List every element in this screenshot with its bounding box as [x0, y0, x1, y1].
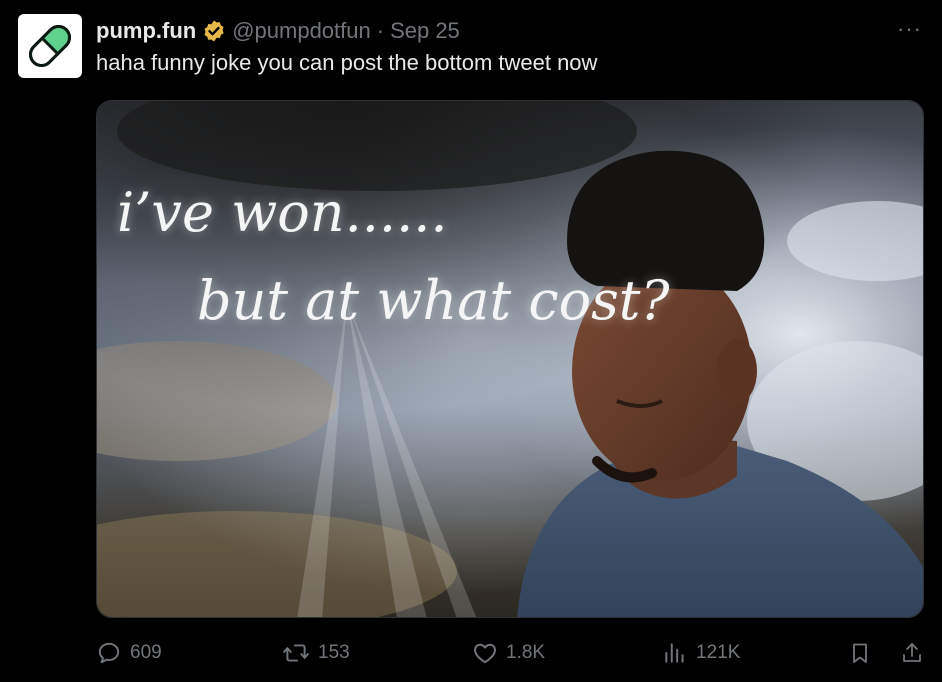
views-count: 121K [696, 642, 741, 663]
caption-line-2: but at what cost? [197, 269, 670, 332]
tweet-header: pump.fun @pumpdotfun · Sep 25 [96, 16, 460, 46]
views-icon [665, 643, 684, 663]
caption-line-1: i’ve won...... [117, 181, 448, 244]
repost-button[interactable]: 153 [282, 640, 350, 666]
like-count: 1.8K [506, 642, 546, 663]
verified-badge-icon [204, 20, 224, 42]
bookmark-button[interactable] [848, 640, 872, 666]
author-handle[interactable]: @pumpdotfun [232, 18, 371, 44]
tweet-image[interactable]: i’ve won...... but at what cost? [96, 100, 924, 618]
tweet-text: haha funny joke you can post the bottom … [96, 50, 598, 75]
author-name[interactable]: pump.fun [96, 18, 196, 44]
repost-count: 153 [318, 642, 350, 663]
reply-count: 609 [130, 642, 162, 663]
repost-icon [283, 644, 309, 662]
avatar[interactable] [18, 14, 82, 78]
separator-dot: · [376, 18, 385, 43]
like-icon [474, 643, 496, 664]
share-button[interactable] [900, 640, 924, 666]
views-button[interactable]: 121K [662, 640, 740, 666]
bookmark-icon [853, 643, 867, 663]
reply-icon [98, 642, 120, 664]
share-icon [903, 643, 921, 662]
like-button[interactable]: 1.8K [472, 640, 545, 666]
more-options-button[interactable]: ··· [897, 16, 922, 42]
tweet-actions: 609 153 1.8K 121K [96, 640, 928, 674]
pill-icon [29, 25, 71, 67]
post-date[interactable]: Sep 25 [390, 18, 460, 44]
reply-button[interactable]: 609 [96, 640, 162, 666]
meme-image [97, 101, 923, 617]
